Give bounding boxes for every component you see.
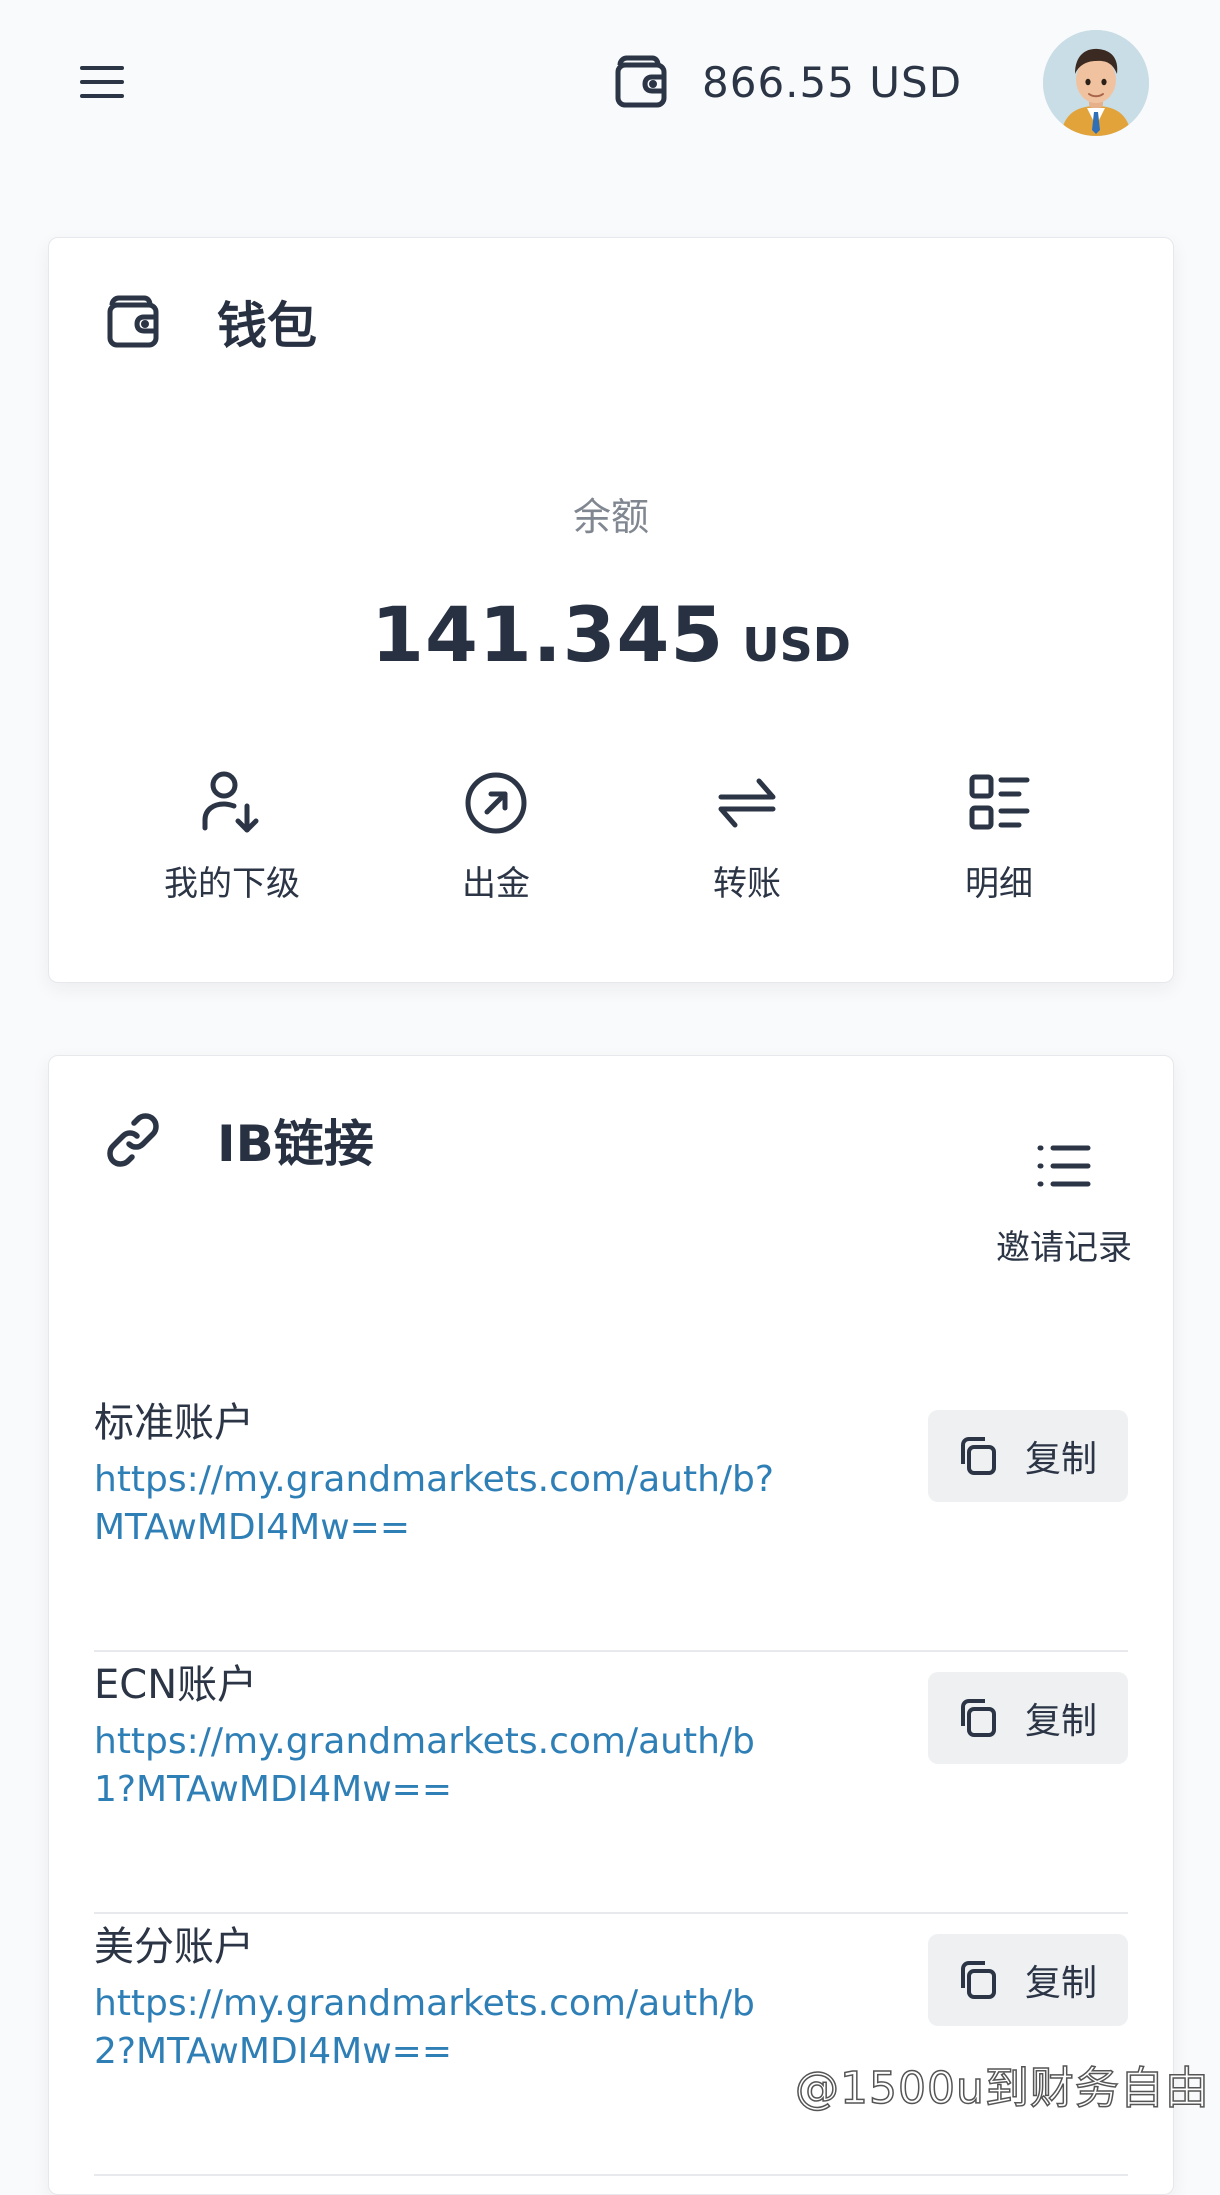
wallet-actions: 我的下级 出金 转账 明细 [49, 768, 1173, 918]
copy-label: 复制 [1024, 1963, 1097, 2004]
ib-link-item-ecn: ECN账户 https://my.grandmarkets.com/auth/b… [94, 1652, 1128, 1914]
copy-label: 复制 [1024, 1439, 1097, 1480]
copy-button[interactable]: 复制 [928, 1934, 1128, 2026]
action-transfer[interactable]: 转账 [637, 768, 857, 905]
action-label: 出金 [462, 864, 530, 904]
wallet-card-title: 钱包 [217, 297, 317, 355]
ib-link-card: IB链接 邀请记录 标准账户 https://my.grandmarkets.c… [48, 1055, 1174, 2195]
top-bar: 866.55 USD [0, 0, 1220, 165]
link-account-name: 标准账户 [94, 1400, 254, 1446]
copy-button[interactable]: 复制 [928, 1410, 1128, 1502]
copy-button[interactable]: 复制 [928, 1672, 1128, 1764]
action-withdraw[interactable]: 出金 [386, 768, 606, 905]
ib-card-title: IB链接 [217, 1115, 374, 1173]
link-url[interactable]: https://my.grandmarkets.com/auth/b2?MTAw… [94, 1980, 794, 2076]
header-wallet-balance[interactable]: 866.55 USD [612, 50, 962, 114]
balance-currency: USD [742, 618, 851, 672]
wallet-icon [101, 290, 165, 354]
list-details-icon [889, 768, 1109, 838]
action-my-subordinates[interactable]: 我的下级 [122, 768, 342, 905]
wallet-card-header: 钱包 [101, 290, 317, 355]
wallet-card: 钱包 余额 141.345 USD 我的下级 出金 转账 明细 [48, 237, 1174, 983]
copy-icon [960, 1699, 996, 1737]
balance-amount: 141.345 [371, 590, 725, 679]
link-url[interactable]: https://my.grandmarkets.com/auth/b?MTAwM… [94, 1456, 794, 1552]
header-balance-text: 866.55 USD [702, 57, 963, 107]
ib-link-item-cent: 美分账户 https://my.grandmarkets.com/auth/b2… [94, 1914, 1128, 2176]
invite-records-button[interactable]: 邀请记录 [979, 1136, 1149, 1269]
link-icon [101, 1108, 165, 1172]
hamburger-menu-icon[interactable] [74, 56, 130, 108]
action-label: 我的下级 [164, 864, 300, 904]
user-avatar[interactable] [1043, 30, 1149, 136]
copy-label: 复制 [1024, 1701, 1097, 1742]
action-label: 转账 [713, 864, 781, 904]
ib-card-header: IB链接 [101, 1108, 374, 1173]
invite-records-label: 邀请记录 [996, 1228, 1132, 1268]
wallet-icon [612, 50, 676, 114]
action-details[interactable]: 明细 [889, 768, 1109, 905]
copy-icon [960, 1961, 996, 1999]
link-url[interactable]: https://my.grandmarkets.com/auth/b1?MTAw… [94, 1718, 794, 1814]
transfer-arrows-icon [637, 768, 857, 838]
action-label: 明细 [965, 864, 1033, 904]
ib-link-item-standard: 标准账户 https://my.grandmarkets.com/auth/b?… [94, 1390, 1128, 1652]
list-icon [979, 1136, 1149, 1196]
balance-label: 余额 [572, 495, 649, 539]
copy-icon [960, 1437, 996, 1475]
link-account-name: ECN账户 [94, 1662, 258, 1708]
circle-arrow-up-right-icon [386, 768, 606, 838]
watermark-text: @1500u到财务自由 [794, 2062, 1210, 2115]
balance-value: 141.345 USD [49, 590, 1173, 679]
user-down-arrow-icon [122, 768, 342, 838]
link-account-name: 美分账户 [94, 1924, 254, 1970]
